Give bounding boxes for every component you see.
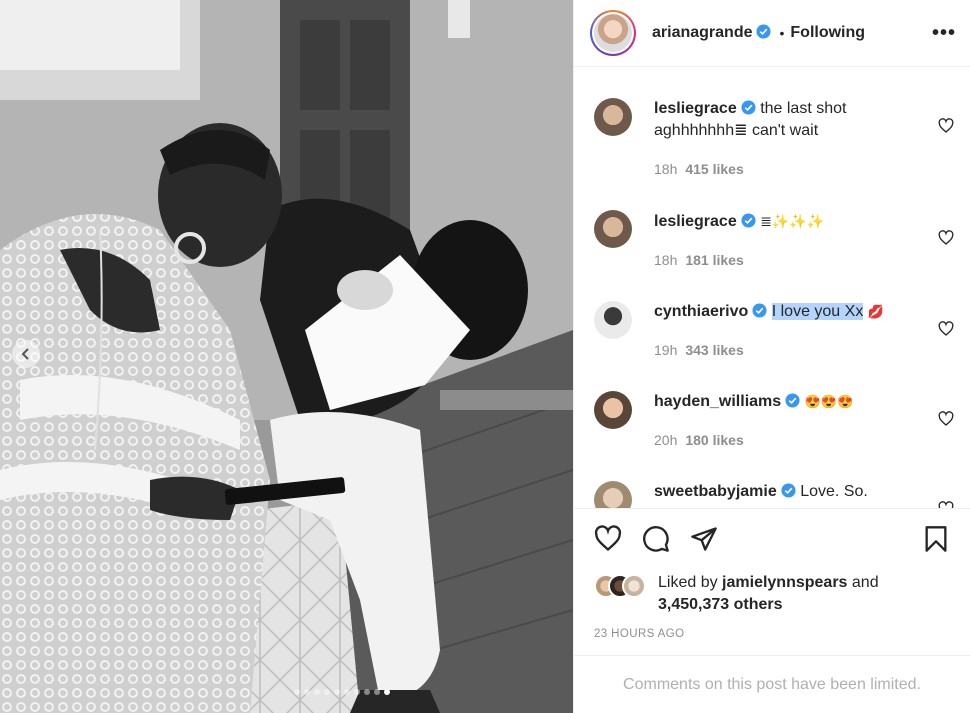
author-avatar[interactable]: [590, 10, 636, 56]
post-side-panel: arianagrande • Following ••• lesliegrace…: [573, 0, 970, 713]
comment-likes[interactable]: 181 likes: [685, 252, 743, 268]
carousel-dot: [373, 689, 380, 695]
share-icon[interactable]: [690, 525, 718, 553]
likes-count[interactable]: 3,450,373 others: [658, 596, 783, 613]
heart-icon[interactable]: [938, 411, 954, 427]
comment-item: lesliegrace the last shot aghhhhhhh≣ can…: [594, 68, 954, 180]
commenter-avatar[interactable]: [594, 481, 632, 508]
photo-image: [0, 0, 573, 713]
verified-badge-icon: [781, 483, 796, 498]
comment-icon[interactable]: [642, 525, 670, 553]
carousel-dot: [313, 689, 320, 695]
comment-item: sweetbabyjamie Love. So.: [594, 451, 954, 508]
carousel-prev-button[interactable]: [12, 340, 40, 368]
comment-text: 😍😍😍: [804, 394, 854, 409]
carousel-dot: [323, 689, 330, 695]
chevron-left-icon: [21, 348, 29, 360]
comment-item: hayden_williams 😍😍😍 20h 180 likes: [594, 361, 954, 451]
verified-badge-icon: [756, 24, 772, 39]
carousel-dot: [363, 689, 370, 695]
comment-time[interactable]: 18h: [654, 161, 677, 177]
commenter-avatar[interactable]: [594, 98, 632, 136]
verified-badge-icon: [785, 393, 800, 408]
following-button[interactable]: Following: [790, 24, 865, 42]
likes-summary: Liked by jamielynnspears and 3,450,373 o…: [594, 572, 950, 616]
liker-avatars[interactable]: [594, 572, 656, 598]
post-photo[interactable]: [0, 0, 573, 713]
heart-icon[interactable]: [938, 501, 954, 508]
comment-item: cynthiaerivo I love you Xx 💋 19h 343 like…: [594, 271, 954, 361]
comment-time[interactable]: 19h: [654, 342, 677, 358]
commenter-avatar[interactable]: [594, 391, 632, 429]
more-icon: •••: [931, 21, 956, 44]
comment-text: ≣✨✨✨: [760, 213, 825, 229]
action-bar: [574, 508, 970, 568]
comment-likes[interactable]: 343 likes: [685, 342, 743, 358]
carousel-dot: [303, 689, 310, 695]
more-options-button[interactable]: •••: [932, 22, 956, 45]
comments-list[interactable]: lesliegrace the last shot aghhhhhhh≣ can…: [574, 68, 970, 508]
carousel-dot: [353, 689, 360, 695]
header-separator: •: [779, 25, 785, 41]
comment-likes[interactable]: 415 likes: [685, 161, 743, 177]
verified-badge-icon: [741, 100, 756, 115]
carousel-dot-active: [383, 689, 390, 695]
verified-badge-icon: [752, 303, 767, 318]
commenter-username[interactable]: hayden_williams: [654, 393, 781, 410]
comment-likes[interactable]: 180 likes: [685, 432, 743, 448]
author-username[interactable]: arianagrande: [652, 24, 772, 42]
heart-icon[interactable]: [938, 321, 954, 337]
heart-icon[interactable]: [594, 524, 622, 553]
verified-badge-icon: [741, 213, 756, 228]
carousel-indicator: [0, 689, 573, 695]
liked-by-prefix: Liked by: [658, 574, 718, 591]
comment-item: lesliegrace ≣✨✨✨ 18h 181 likes: [594, 180, 954, 271]
heart-icon[interactable]: [938, 230, 954, 246]
commenter-avatar[interactable]: [594, 301, 632, 339]
lips-emoji: 💋: [867, 304, 884, 319]
bookmark-icon[interactable]: [922, 525, 950, 553]
commenter-username[interactable]: lesliegrace: [654, 213, 737, 230]
comment-time[interactable]: 18h: [654, 252, 677, 268]
post-header: arianagrande • Following •••: [574, 0, 970, 67]
commenter-username[interactable]: sweetbabyjamie: [654, 483, 777, 500]
carousel-dot: [293, 689, 300, 695]
comment-text: Love. So.: [800, 483, 868, 500]
carousel-dot: [343, 689, 350, 695]
heart-icon[interactable]: [938, 118, 954, 134]
liked-by-and: and: [851, 574, 879, 591]
comment-text: I love you Xx: [771, 303, 864, 320]
comments-limited-notice: Comments on this post have been limited.: [574, 655, 970, 713]
commenter-username[interactable]: lesliegrace: [654, 100, 737, 117]
carousel-dot: [333, 689, 340, 695]
post-timestamp[interactable]: 23 HOURS AGO: [594, 628, 684, 640]
liked-by-user[interactable]: jamielynnspears: [722, 574, 847, 591]
comment-time[interactable]: 20h: [654, 432, 677, 448]
commenter-username[interactable]: cynthiaerivo: [654, 303, 748, 320]
commenter-avatar[interactable]: [594, 210, 632, 248]
